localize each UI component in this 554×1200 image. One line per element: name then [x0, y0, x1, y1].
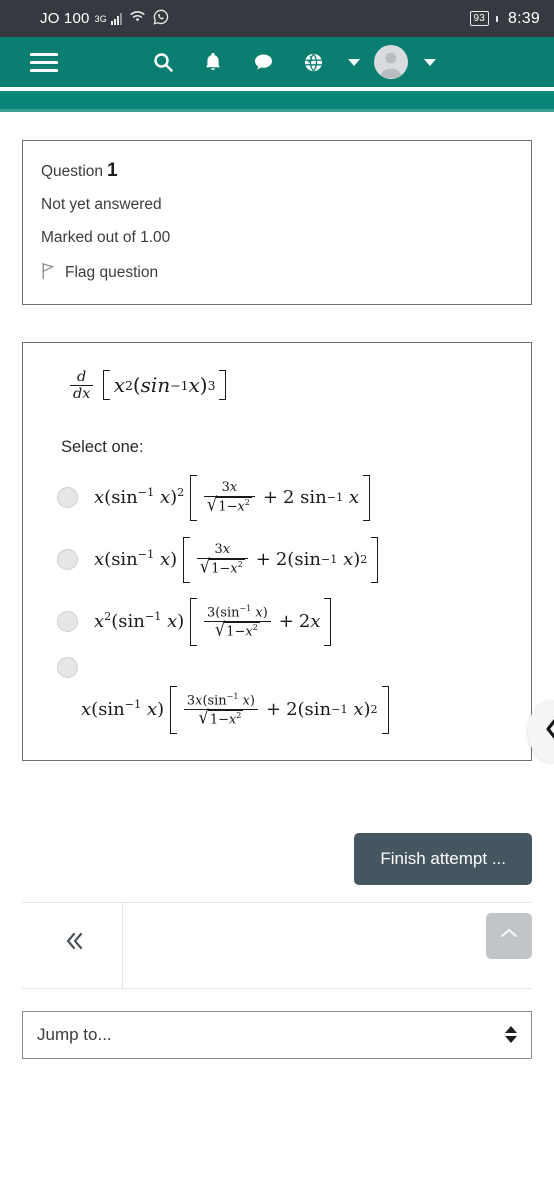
top-navbar: [0, 37, 554, 87]
flag-question-label: Flag question: [65, 264, 159, 281]
status-bar-right: 93 8:39: [469, 9, 540, 28]
answer-option-b-latex: x(sin−1 x) 3x √ 1−x2 +2(sin −1 x) 2: [94, 536, 379, 583]
radio-option-d[interactable]: [57, 656, 78, 678]
notification-bell-icon[interactable]: [200, 49, 226, 75]
network-type-label: 3G: [94, 13, 107, 24]
jump-to-label: Jump to...: [37, 1024, 112, 1044]
messages-icon[interactable]: [250, 49, 276, 75]
language-chevron-down-icon[interactable]: [348, 58, 360, 66]
jump-to-wrapper: Jump to...: [22, 989, 532, 1059]
question-info-card: Question 1 Not yet answered Marked out of…: [22, 140, 532, 305]
navbar-secondary: [0, 91, 554, 109]
flag-question-button[interactable]: Flag question: [41, 262, 513, 284]
status-bar: JO 100 3G 93 8:39: [0, 0, 554, 37]
answer-option-b[interactable]: x(sin−1 x) 3x √ 1−x2 +2(sin −1 x) 2: [57, 533, 515, 587]
question-info: Question 1 Not yet answered Marked out of…: [41, 161, 513, 284]
finish-attempt-button[interactable]: Finish attempt ...: [354, 832, 532, 885]
question-stem: d dx x 2(sin −1 x) 3: [39, 369, 515, 402]
flag-outline-icon: [41, 262, 56, 284]
hamburger-menu-icon[interactable]: [30, 52, 58, 72]
chevron-left-icon: [542, 715, 554, 748]
radio-option-b[interactable]: [57, 549, 78, 571]
finish-attempt-row: Finish attempt ...: [22, 832, 532, 885]
battery-icon: 93: [469, 11, 490, 26]
radio-option-a[interactable]: [57, 487, 78, 509]
status-bar-left: JO 100 3G: [14, 9, 169, 29]
answer-option-d[interactable]: x(sin−1 x) 3x(sin−1 x) √ 1−x2 +2(sin −1 x) 2: [57, 656, 515, 734]
question-body-card: d dx x 2(sin −1 x) 3 Select one: x(sin−1 x)2 …: [22, 341, 532, 761]
updown-arrows-icon: [505, 1026, 517, 1044]
page-content: Question 1 Not yet answered Marked out of…: [0, 140, 554, 1059]
bottom-navigation: [22, 902, 532, 988]
language-globe-icon[interactable]: [300, 49, 326, 75]
nav-divider: [122, 902, 123, 988]
question-state: Not yet answered: [41, 196, 162, 213]
answer-option-a-latex: x(sin−1 x)2 3x √ 1−x2 +2 sin −1 x: [94, 474, 371, 521]
select-one-label: Select one:: [61, 437, 144, 456]
chevron-up-icon: [498, 925, 520, 946]
answer-option-d-latex: x(sin−1 x) 3x(sin−1 x) √ 1−x2 +2(sin −1 x) 2: [81, 685, 389, 734]
navbar-icon-group: [150, 49, 326, 75]
carrier-label: JO 100: [40, 10, 90, 27]
scroll-to-top-button[interactable]: [486, 912, 532, 959]
clock-label: 8:39: [508, 9, 540, 27]
double-chevron-left-icon: [57, 926, 87, 964]
question-title: Question 1: [41, 160, 118, 181]
answer-option-a[interactable]: x(sin−1 x)2 3x √ 1−x2 +2 sin −1 x: [57, 471, 515, 525]
user-avatar-icon[interactable]: [374, 45, 408, 79]
search-icon[interactable]: [150, 49, 176, 75]
jump-to-select[interactable]: Jump to...: [22, 1010, 532, 1059]
whatsapp-icon: [153, 9, 169, 29]
question-number: 1: [107, 160, 118, 181]
previous-page-button[interactable]: [22, 926, 122, 964]
question-marks: Marked out of 1.00: [41, 228, 171, 246]
radio-option-c[interactable]: [57, 611, 78, 633]
navbar-secondary-edge: [0, 109, 554, 112]
signal-bars-icon: [110, 12, 122, 25]
answer-option-c[interactable]: x2(sin−1 x) 3(sin−1 x) √ 1−x2 +2 x: [57, 595, 515, 649]
battery-cap-icon: [496, 15, 499, 22]
battery-percent: 93: [473, 13, 486, 24]
navbar-divider: [0, 87, 554, 91]
wifi-icon: [129, 10, 146, 27]
answer-option-c-latex: x2(sin−1 x) 3(sin−1 x) √ 1−x2 +2 x: [94, 597, 332, 646]
user-chevron-down-icon[interactable]: [424, 58, 436, 66]
